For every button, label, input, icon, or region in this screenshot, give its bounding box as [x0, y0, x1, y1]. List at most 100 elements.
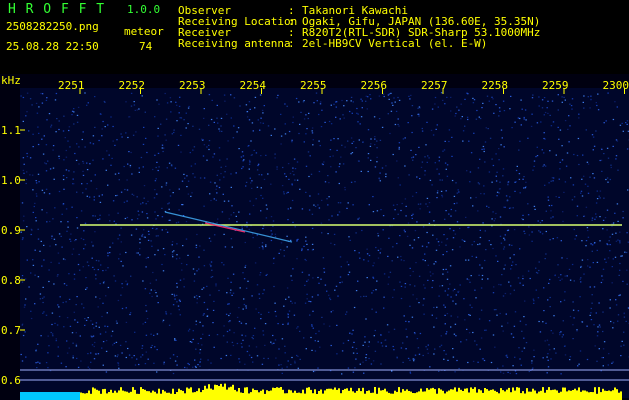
level-sample [414, 393, 416, 400]
level-sample [232, 384, 234, 400]
level-sample [364, 393, 366, 400]
noise-speck [472, 102, 475, 104]
noise-speck [199, 245, 201, 247]
noise-speck [199, 349, 202, 351]
noise-speck [195, 366, 197, 368]
noise-speck [527, 214, 530, 216]
noise-speck [358, 217, 360, 219]
noise-speck [141, 235, 143, 237]
noise-speck [244, 266, 246, 268]
noise-speck [612, 118, 615, 121]
noise-speck [438, 370, 440, 372]
noise-speck [617, 220, 619, 222]
level-sample [288, 389, 290, 400]
level-sample [478, 389, 480, 400]
level-sample [314, 389, 316, 400]
noise-speck [279, 249, 282, 251]
noise-speck [476, 344, 478, 346]
noise-speck [64, 137, 66, 139]
noise-speck [578, 117, 580, 119]
noise-speck [514, 370, 517, 372]
noise-speck [268, 311, 270, 313]
level-sample [604, 390, 606, 400]
noise-speck [252, 130, 254, 132]
noise-speck [136, 218, 139, 220]
x-tick-label: 2251 [58, 79, 85, 92]
noise-speck [600, 281, 603, 284]
noise-speck [172, 354, 175, 356]
noise-speck [262, 330, 264, 332]
noise-speck [42, 312, 44, 314]
noise-speck [324, 284, 327, 286]
noise-speck [348, 236, 350, 238]
noise-speck [374, 350, 377, 352]
noise-speck [245, 104, 248, 106]
noise-speck [148, 233, 150, 235]
noise-speck [531, 240, 533, 242]
noise-speck [153, 362, 155, 364]
noise-speck [337, 202, 340, 204]
noise-speck [156, 99, 158, 101]
noise-speck [550, 217, 552, 219]
noise-speck [294, 302, 296, 304]
noise-speck [67, 226, 69, 228]
noise-speck [301, 248, 303, 250]
noise-speck [83, 230, 85, 232]
noise-speck [564, 275, 566, 277]
noise-speck [409, 305, 411, 307]
noise-speck [488, 206, 490, 208]
level-sample [160, 393, 162, 400]
noise-speck [415, 154, 417, 156]
noise-speck [515, 373, 518, 375]
noise-speck [534, 208, 536, 210]
noise-speck [162, 270, 165, 272]
noise-speck [371, 308, 373, 310]
noise-speck [579, 278, 581, 280]
noise-speck [546, 356, 548, 358]
noise-speck [167, 203, 169, 205]
noise-speck [546, 339, 549, 341]
noise-speck [95, 278, 97, 280]
noise-speck [58, 120, 60, 122]
noise-speck [498, 148, 500, 150]
noise-speck [161, 147, 163, 149]
noise-speck [355, 232, 357, 234]
noise-speck [169, 357, 172, 359]
noise-speck [616, 140, 619, 142]
noise-speck [93, 327, 95, 329]
noise-speck [307, 117, 309, 120]
noise-speck [370, 98, 372, 100]
noise-speck [456, 359, 458, 362]
noise-speck [193, 296, 196, 298]
noise-speck [251, 122, 254, 124]
noise-speck [502, 365, 504, 367]
noise-speck [82, 238, 85, 241]
noise-speck [412, 213, 414, 215]
noise-speck [481, 148, 483, 150]
noise-speck [267, 357, 269, 360]
noise-speck [568, 115, 570, 117]
noise-speck [469, 181, 471, 183]
noise-speck [544, 184, 546, 186]
noise-speck [120, 241, 122, 243]
noise-speck [185, 221, 188, 223]
noise-speck [323, 267, 325, 270]
noise-speck [555, 154, 557, 156]
noise-speck [591, 217, 594, 219]
noise-speck [201, 344, 203, 346]
noise-speck [286, 287, 289, 289]
noise-speck [277, 323, 279, 325]
noise-speck [256, 169, 259, 171]
noise-speck [330, 123, 333, 125]
noise-speck [230, 238, 233, 240]
plot-area [20, 88, 629, 398]
noise-speck [564, 291, 566, 293]
noise-speck [242, 166, 244, 168]
noise-speck [426, 205, 429, 208]
noise-speck [533, 160, 536, 162]
noise-speck [376, 147, 378, 149]
level-sample [108, 392, 110, 400]
noise-speck [612, 222, 615, 224]
noise-speck [521, 350, 523, 352]
noise-speck [320, 101, 322, 103]
